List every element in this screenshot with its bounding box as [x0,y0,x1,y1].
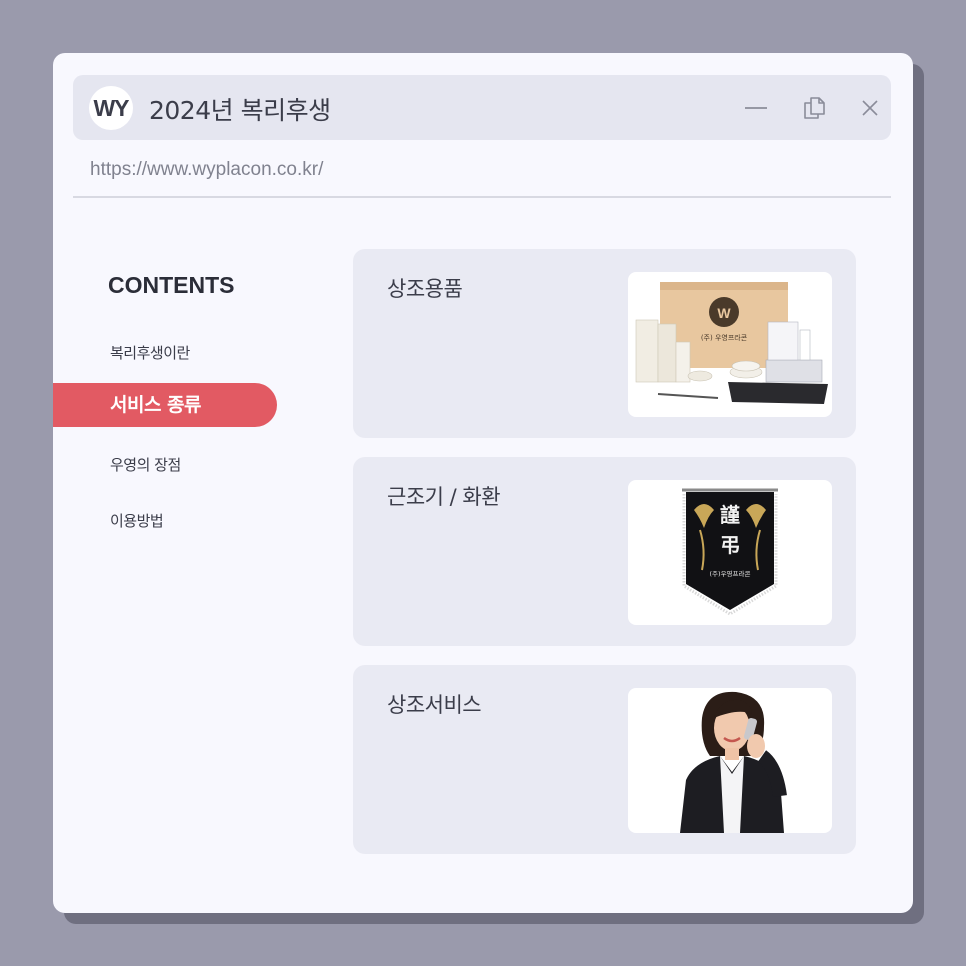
window-title: 2024년 복리후생 [149,96,331,125]
brand-logo: WY [89,86,133,130]
minimize-icon[interactable] [743,95,769,121]
service-card-agent[interactable]: 상조서비스 [353,665,856,854]
sidebar-item-welfare-intro[interactable]: 복리후생이란 [110,342,190,363]
sidebar-item-advantages[interactable]: 우영의 장점 [110,454,181,475]
address-divider [73,196,891,198]
sidebar-item-service-types[interactable]: 서비스 종류 [53,383,277,427]
close-icon[interactable] [857,95,883,121]
sidebar-item-how-to-use[interactable]: 이용방법 [110,510,164,531]
call-agent-image [628,688,832,833]
service-card-supplies[interactable]: 상조용품 W (주) 우영프라콘 [353,249,856,438]
svg-text:W: W [717,305,731,321]
funeral-supplies-image: W (주) 우영프라콘 [628,272,832,417]
card-title: 근조기 / 화환 [387,485,501,509]
browser-window: WY 2024년 복리후생 https://www.wyplacon.co.kr… [53,53,913,913]
card-title: 상조용품 [387,277,463,301]
service-card-flag[interactable]: 근조기 / 화환 謹 弔 (주)우영프라콘 [353,457,856,646]
title-bar: WY 2024년 복리후생 [73,75,891,140]
sidebar-heading: CONTENTS [108,272,235,298]
flag-char-1: 謹 [720,503,740,527]
flag-char-2: 弔 [720,533,740,557]
flag-brand-text: (주)우영프라콘 [710,569,751,578]
card-title: 상조서비스 [387,693,482,717]
address-bar[interactable]: https://www.wyplacon.co.kr/ [90,159,323,181]
copy-icon[interactable] [801,95,827,121]
supplies-brand-text: (주) 우영프라콘 [701,333,748,342]
condolence-flag-image: 謹 弔 (주)우영프라콘 [628,480,832,625]
